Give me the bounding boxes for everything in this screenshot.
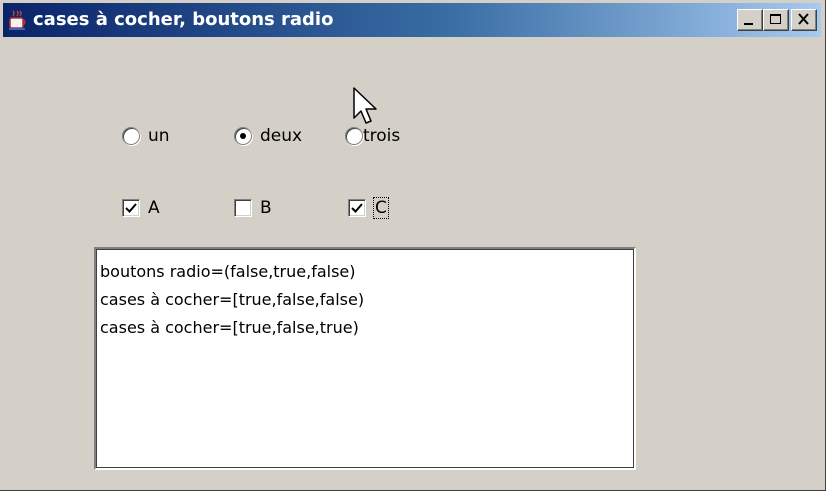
maximize-button[interactable] <box>763 9 789 31</box>
checkbox-c[interactable]: C <box>348 197 389 219</box>
radio-label-trois: trois <box>363 126 401 146</box>
checkbox-label-b: B <box>260 198 272 218</box>
event-log-textarea[interactable]: boutons radio=(false,true,false) cases à… <box>94 247 636 470</box>
checkbox-indicator[interactable] <box>234 199 252 217</box>
java-coffee-icon[interactable] <box>7 9 29 31</box>
checkbox-b[interactable]: B <box>234 198 272 218</box>
radio-indicator[interactable] <box>122 127 140 145</box>
radio-un[interactable]: un <box>122 126 170 146</box>
radio-deux[interactable]: deux <box>234 126 302 146</box>
radio-trois[interactable]: trois <box>345 126 400 146</box>
radio-selected-dot <box>240 133 246 139</box>
minimize-icon <box>744 23 753 25</box>
radio-label-deux: deux <box>260 126 303 146</box>
checkmark-icon <box>125 203 137 213</box>
window-title: cases à cocher, boutons radio <box>33 9 334 30</box>
mouse-pointer-icon <box>353 87 377 124</box>
app-window: cases à cocher, boutons radio un deux tr… <box>0 0 826 491</box>
checkbox-indicator[interactable] <box>122 199 140 217</box>
radio-indicator[interactable] <box>234 127 252 145</box>
minimize-button[interactable] <box>737 9 763 31</box>
log-line: boutons radio=(false,true,false) <box>100 262 356 281</box>
radio-label-un: un <box>148 126 170 146</box>
close-icon <box>798 13 809 25</box>
checkbox-label-c: C <box>373 197 389 219</box>
checkbox-label-a: A <box>148 198 160 218</box>
title-bar[interactable]: cases à cocher, boutons radio <box>3 3 821 37</box>
close-button[interactable] <box>791 9 817 31</box>
checkbox-indicator[interactable] <box>348 199 366 217</box>
checkbox-a[interactable]: A <box>122 198 160 218</box>
maximize-icon <box>770 14 781 24</box>
log-line: cases à cocher=[true,false,false) <box>100 290 365 309</box>
log-line: cases à cocher=[true,false,true) <box>100 318 359 337</box>
checkmark-icon <box>351 203 363 213</box>
radio-indicator[interactable] <box>345 127 363 145</box>
